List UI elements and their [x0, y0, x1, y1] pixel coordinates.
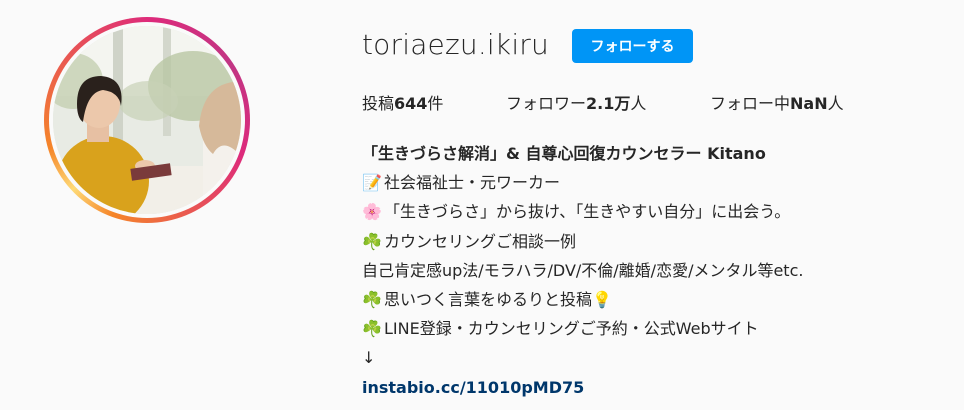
cherry-blossom-icon: 🌸	[362, 202, 382, 222]
follow-button[interactable]: フォローする	[572, 29, 693, 63]
stat-followers-unit: 人	[630, 94, 647, 113]
bio-line: ☘️ 思いつく言葉をゆるりと投稿💡	[362, 285, 952, 314]
shamrock-icon: ☘️	[362, 319, 382, 339]
down-arrow-icon: ↓	[362, 348, 376, 368]
stat-followers-count: 2.1万	[586, 94, 631, 113]
stat-following[interactable]: フォロー中NaN人	[710, 90, 844, 114]
bio-text: 自己肯定感up法/モラハラ/DV/不倫/離婚/恋愛/メンタル等etc.	[362, 260, 804, 280]
stat-posts-unit: 件	[427, 94, 444, 113]
stat-following-count: NaN	[790, 94, 828, 113]
avatar-photo	[53, 26, 241, 214]
bio-line: 🌸 「生きづらさ」から抜け、「生きやすい自分」に出会う。	[362, 197, 952, 226]
shamrock-icon: ☘️	[362, 289, 382, 309]
bio-text: 社会福祉士・元ワーカー	[384, 173, 561, 193]
stat-followers[interactable]: フォロワー2.1万人	[506, 90, 646, 114]
bio-link[interactable]: instabio.cc/11010pMD75	[362, 378, 584, 397]
stat-following-label: フォロー中	[710, 94, 791, 113]
bio-text: LINE登録・カウンセリングご予約・公式Webサイト	[384, 319, 759, 339]
bio-text: 思いつく言葉をゆるりと投稿	[384, 289, 593, 309]
bio: 「生きづらさ解消」& 自尊心回復カウンセラー Kitano 📝 社会福祉士・元ワー…	[362, 139, 952, 402]
stat-followers-label: フォロワー	[506, 94, 587, 113]
stat-posts-count: 644	[394, 94, 428, 113]
stat-posts: 投稿644件	[362, 90, 443, 114]
bio-line: ☘️ カウンセリングご相談一例	[362, 227, 952, 256]
profile-header: toriaezu.ikiru フォローする 投稿644件 フォロワー2.1万人 …	[0, 0, 964, 410]
shamrock-icon: ☘️	[362, 231, 382, 251]
bio-line: ☘️ LINE登録・カウンセリングご予約・公式Webサイト	[362, 314, 952, 343]
stat-posts-label: 投稿	[362, 94, 395, 113]
bio-text: 「生きづらさ」から抜け、「生きやすい自分」に出会う。	[384, 202, 791, 222]
username: toriaezu.ikiru	[362, 28, 549, 61]
bio-line: 自己肯定感up法/モラハラ/DV/不倫/離婚/恋愛/メンタル等etc.	[362, 256, 952, 285]
story-ring[interactable]	[44, 17, 250, 223]
avatar[interactable]	[53, 26, 241, 214]
bio-text: カウンセリングご相談一例	[384, 231, 577, 251]
bio-name: 「生きづらさ解消」& 自尊心回復カウンセラー Kitano	[362, 144, 766, 163]
memo-icon: 📝	[362, 173, 382, 193]
bio-line: 📝 社会福祉士・元ワーカー	[362, 168, 952, 197]
light-bulb-icon: 💡	[592, 289, 612, 309]
stat-following-unit: 人	[827, 94, 844, 113]
